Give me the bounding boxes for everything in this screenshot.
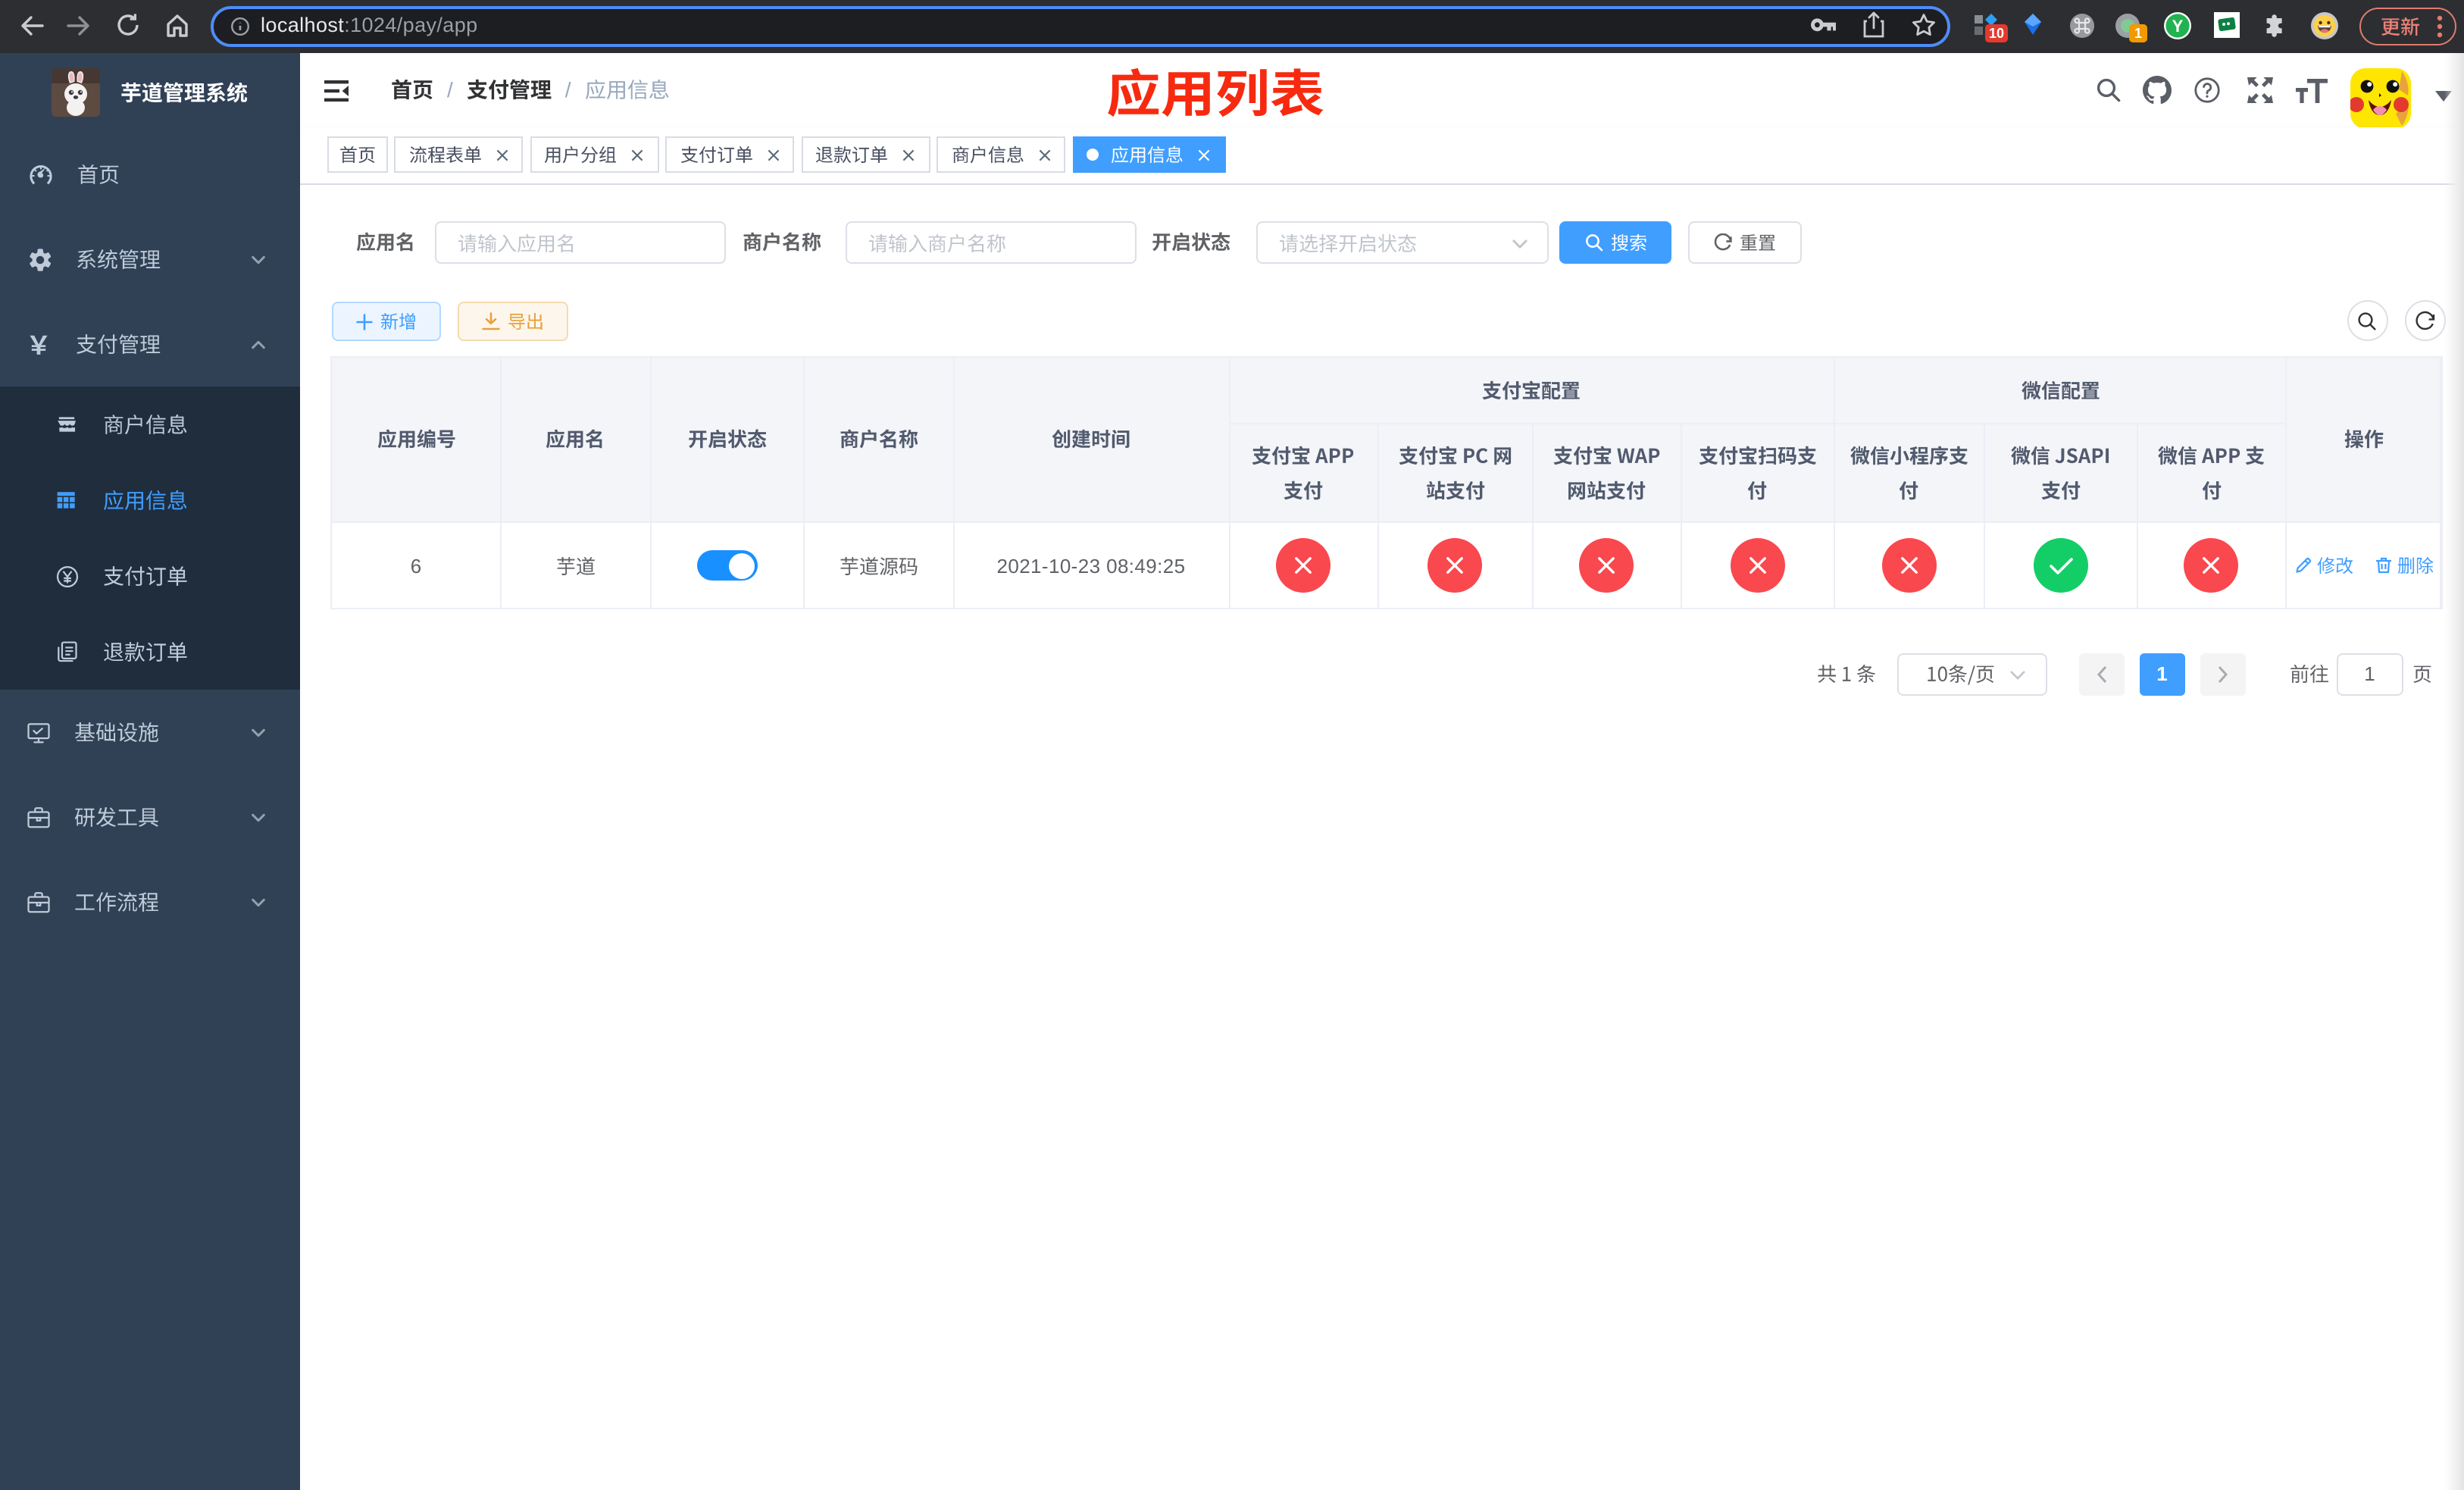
svg-text:Y: Y (2172, 17, 2184, 36)
